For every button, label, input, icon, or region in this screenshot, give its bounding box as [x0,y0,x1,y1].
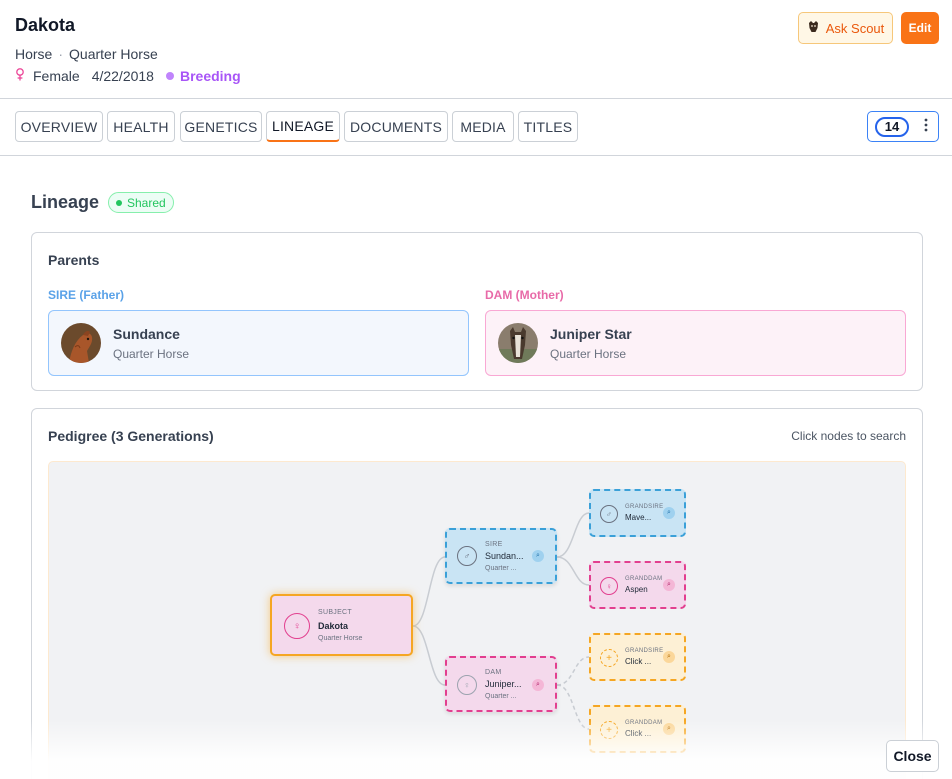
add-icon: + [600,721,618,739]
female-symbol-icon: ♀ [284,613,310,639]
lineage-section-title: Lineage [31,192,100,212]
notification-counter-button[interactable]: 14 [867,111,939,142]
pedigree-canvas[interactable]: ♀ SUBJECT Dakota Quarter Horse ♂ SIRE Su… [48,461,906,779]
scout-dog-icon [807,20,820,36]
add-icon: + [600,649,618,667]
node-breed: Quarter ... [485,693,517,700]
parents-card: Parents SIRE (Father) DAM (Mother) Sunda… [31,232,923,391]
search-icon[interactable]: ⌕ [663,507,675,519]
pedigree-node-sire[interactable]: ♂ SIRE Sundan... Quarter ... ⌕ [445,528,557,584]
pedigree-hint: Click nodes to search [791,429,906,443]
tab-bar: OVERVIEW HEALTH GENETICS LINEAGE DOCUMEN… [0,99,952,156]
node-role: DAM [485,669,502,676]
node-name: Sundan... [485,551,524,561]
ask-scout-button[interactable]: Ask Scout [798,12,893,44]
node-name: Click ... [625,657,652,666]
shared-label: Shared [127,195,166,210]
search-icon[interactable]: ⌕ [532,550,544,562]
edit-button[interactable]: Edit [901,12,939,44]
pedigree-node-grandsire-maternal[interactable]: + GRANDSIRE Click ... ⌕ [589,633,686,681]
dam-avatar [498,323,538,363]
male-symbol-icon: ♂ [457,546,477,566]
birth-date-text: 4/22/2018 [91,68,154,84]
sire-avatar [61,323,101,363]
kebab-menu-icon[interactable] [919,118,933,136]
female-symbol-icon [15,68,25,84]
sex-text: Female [33,68,80,84]
species-breed-line: Horse · Quarter Horse [15,46,158,62]
dam-name: Juniper Star [550,325,632,342]
node-role: SUBJECT [318,609,352,616]
pedigree-node-dam[interactable]: ♀ DAM Juniper... Quarter ... ⌕ [445,656,557,712]
dialog-header: Dakota Horse · Quarter Horse Female 4/22… [0,0,952,99]
pedigree-node-granddam-paternal[interactable]: ♀ GRANDDAM Aspen ⌕ [589,561,686,609]
node-name: Juniper... [485,679,522,689]
pedigree-node-subject[interactable]: ♀ SUBJECT Dakota Quarter Horse [270,594,413,656]
search-icon[interactable]: ⌕ [663,651,675,663]
node-breed: Quarter ... [485,565,517,572]
tab-lineage[interactable]: LINEAGE [266,111,340,142]
male-symbol-icon: ♂ [600,505,618,523]
count-badge: 14 [875,116,909,137]
close-button[interactable]: Close [886,740,939,772]
status-badge: Breeding [165,68,241,84]
node-name: Aspen [625,585,648,594]
node-role: GRANDSIRE [625,504,664,510]
animal-meta-line: Female 4/22/2018 Breeding [15,68,241,84]
ask-scout-label: Ask Scout [825,20,885,36]
tab-genetics[interactable]: GENETICS [180,111,262,142]
node-name: Dakota [318,621,349,631]
status-dot-icon [165,72,174,80]
node-name: Mave... [625,513,652,522]
status-text: Breeding [179,68,241,84]
search-icon[interactable]: ⌕ [532,679,544,691]
dam-card[interactable]: Juniper Star Quarter Horse [485,310,906,376]
shared-badge: Shared [108,192,174,213]
pedigree-title: Pedigree (3 Generations) [48,428,214,444]
shared-dot-icon [116,199,122,206]
tab-overview[interactable]: OVERVIEW [15,111,103,142]
search-icon[interactable]: ⌕ [663,579,675,591]
breed-text: Quarter Horse [69,46,158,62]
sire-breed: Quarter Horse [113,346,190,361]
sire-label: SIRE (Father) [48,288,125,302]
animal-name-title: Dakota [15,15,76,35]
node-role: GRANDDAM [625,576,663,582]
node-breed: Quarter Horse [318,635,363,642]
sire-name: Sundance [113,325,180,342]
sire-card[interactable]: Sundance Quarter Horse [48,310,469,376]
parents-title: Parents [48,252,100,268]
node-role: GRANDDAM [625,720,663,726]
node-role: GRANDSIRE [625,648,664,654]
node-role: SIRE [485,541,503,548]
female-symbol-icon: ♀ [457,675,477,695]
separator-dot: · [58,46,64,62]
tab-documents[interactable]: DOCUMENTS [344,111,448,142]
pedigree-node-grandsire-paternal[interactable]: ♂ GRANDSIRE Mave... ⌕ [589,489,686,537]
tab-media[interactable]: MEDIA [452,111,514,142]
female-symbol-icon: ♀ [600,577,618,595]
search-icon[interactable]: ⌕ [663,723,675,735]
species-text: Horse [15,46,53,62]
tab-health[interactable]: HEALTH [107,111,175,142]
tab-titles[interactable]: TITLES [518,111,578,142]
pedigree-connectors [412,512,590,730]
dam-breed: Quarter Horse [550,346,627,361]
pedigree-card: Pedigree (3 Generations) Click nodes to … [31,408,923,779]
pedigree-node-granddam-maternal[interactable]: + GRANDDAM Click ... ⌕ [589,705,686,753]
node-name: Click ... [625,729,652,738]
dam-label: DAM (Mother) [485,288,564,302]
